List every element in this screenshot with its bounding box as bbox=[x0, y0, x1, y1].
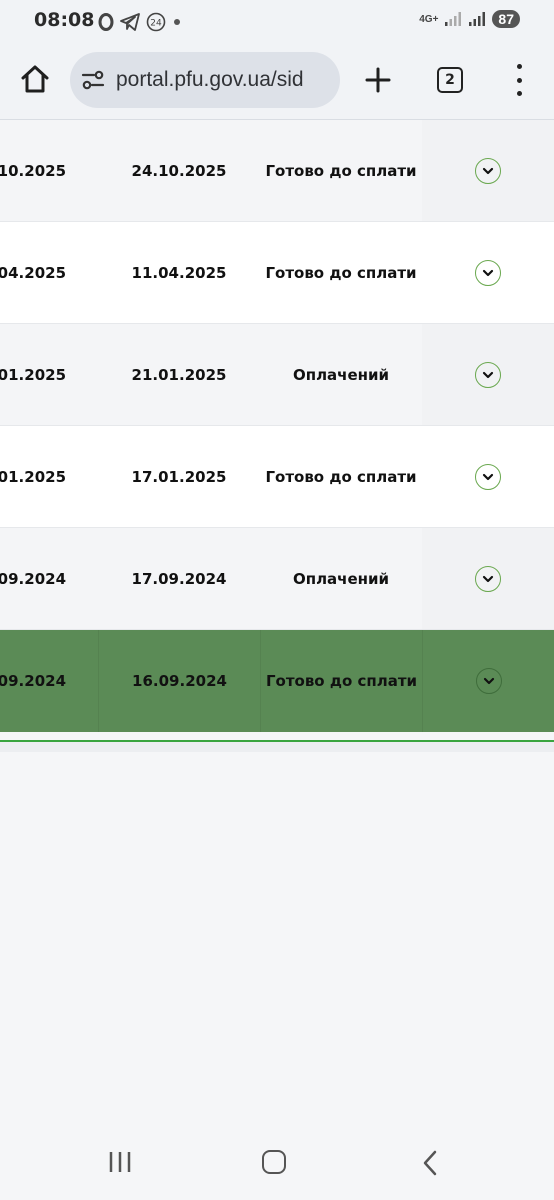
tab-switcher-button[interactable]: 2 bbox=[437, 67, 463, 93]
table-row: .10.2025 24.10.2025 Готово до сплати bbox=[0, 120, 554, 222]
table-row: .04.2025 11.04.2025 Готово до сплати bbox=[0, 222, 554, 324]
chevron-down-icon bbox=[483, 677, 494, 685]
chevron-down-icon bbox=[482, 371, 494, 378]
site-settings-icon[interactable] bbox=[80, 67, 106, 93]
table-footer-strip bbox=[0, 742, 554, 752]
expand-cell bbox=[422, 630, 554, 732]
expand-cell bbox=[422, 222, 554, 323]
home-button[interactable] bbox=[18, 62, 52, 96]
back-icon bbox=[423, 1150, 437, 1176]
status-time: 08:08 bbox=[34, 9, 95, 31]
status-right: 4G+ 87 bbox=[419, 10, 520, 28]
signal-icon bbox=[444, 11, 462, 27]
menu-dot-icon bbox=[516, 64, 522, 69]
home-nav-button[interactable] bbox=[262, 1150, 286, 1174]
table-row: .01.2025 17.01.2025 Готово до сплати bbox=[0, 426, 554, 528]
expand-row-button[interactable] bbox=[475, 463, 501, 490]
recent-apps-button[interactable] bbox=[108, 1151, 132, 1173]
system-navigation-bar bbox=[0, 1125, 554, 1200]
status-cell: Оплачений bbox=[292, 569, 390, 588]
address-bar[interactable]: portal.pfu.gov.ua/sid bbox=[70, 52, 340, 108]
dot-icon bbox=[172, 17, 182, 27]
expand-row-button[interactable] bbox=[475, 668, 502, 694]
period-start-date: .04.2025 bbox=[0, 263, 67, 282]
network-type: 4G+ bbox=[419, 13, 439, 25]
period-start-date: .10.2025 bbox=[0, 161, 67, 180]
date-cell: 16.09.2024 bbox=[98, 630, 260, 732]
browser-toolbar: portal.pfu.gov.ua/sid 2 bbox=[0, 44, 554, 120]
status-bar: 08:08 24 4G+ 87 bbox=[0, 0, 554, 44]
expand-row-button[interactable] bbox=[475, 565, 501, 592]
chevron-down-icon bbox=[482, 473, 494, 480]
status-cell: Готово до сплати bbox=[265, 161, 417, 180]
news-24-icon: 24 bbox=[146, 12, 166, 32]
chevron-down-icon bbox=[482, 269, 494, 276]
status-cell: Готово до сплати bbox=[260, 630, 422, 732]
signal-icon-2 bbox=[468, 11, 486, 27]
plus-icon bbox=[365, 67, 391, 93]
status-cell: Готово до сплати bbox=[265, 467, 417, 486]
chevron-down-icon bbox=[482, 167, 494, 174]
date-cell: 11.04.2025 bbox=[131, 263, 227, 282]
date-cell: 24.10.2025 bbox=[131, 161, 227, 180]
svg-text:24: 24 bbox=[150, 19, 162, 29]
period-start-date: .09.2024 bbox=[0, 672, 67, 690]
new-tab-button[interactable] bbox=[362, 64, 394, 96]
status-cell: Оплачений bbox=[292, 365, 390, 384]
battery-level: 87 bbox=[492, 10, 520, 28]
url-text[interactable]: portal.pfu.gov.ua/sid bbox=[116, 68, 304, 92]
expand-cell bbox=[422, 120, 554, 221]
date-cell: 21.01.2025 bbox=[131, 365, 227, 384]
chevron-down-icon bbox=[482, 575, 494, 582]
expand-row-button[interactable] bbox=[475, 259, 501, 286]
date-cell: 17.09.2024 bbox=[131, 569, 227, 588]
expand-cell bbox=[422, 528, 554, 629]
recent-apps-icon bbox=[109, 1152, 131, 1172]
table-row: .09.2024 16.09.2024Готово до сплати bbox=[0, 630, 554, 732]
menu-dot-icon bbox=[516, 91, 522, 96]
status-cell: Готово до сплати bbox=[265, 263, 417, 282]
expand-cell bbox=[422, 426, 554, 527]
notification-icons: 24 bbox=[98, 12, 182, 32]
period-start-date: .01.2025 bbox=[0, 365, 67, 384]
home-icon bbox=[21, 65, 49, 93]
telegram-icon bbox=[120, 13, 140, 31]
menu-dot-icon bbox=[516, 77, 522, 83]
expand-cell bbox=[422, 324, 554, 425]
period-start-date: .01.2025 bbox=[0, 467, 67, 486]
more-menu-button[interactable] bbox=[512, 64, 526, 96]
opera-icon bbox=[98, 13, 114, 31]
table-row: .01.2025 21.01.2025 Оплачений bbox=[0, 324, 554, 426]
back-button[interactable] bbox=[420, 1150, 440, 1176]
expand-row-button[interactable] bbox=[475, 361, 501, 388]
payments-table: .10.202524.10.2025Готово до сплати.04.20… bbox=[0, 120, 554, 732]
expand-row-button[interactable] bbox=[475, 157, 501, 184]
period-start-date: .09.2024 bbox=[0, 569, 67, 588]
date-cell: 17.01.2025 bbox=[131, 467, 227, 486]
table-row: .09.2024 17.09.2024 Оплачений bbox=[0, 528, 554, 630]
